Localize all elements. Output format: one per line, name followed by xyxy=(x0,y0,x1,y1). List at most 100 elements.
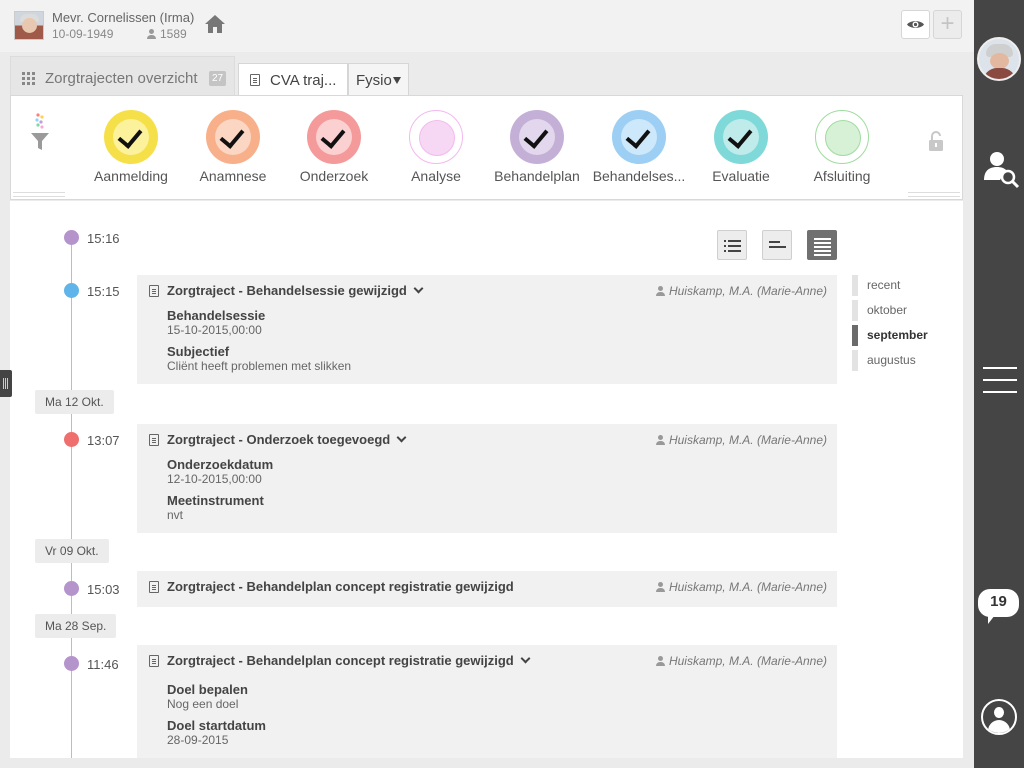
field-value: 28-09-2015 xyxy=(167,733,229,747)
user-avatar[interactable] xyxy=(977,37,1021,81)
add-button[interactable]: + xyxy=(933,10,962,39)
field-value: Cliënt heeft problemen met slikken xyxy=(167,359,352,373)
person-icon xyxy=(655,286,665,296)
month-item-oktober[interactable]: oktober xyxy=(852,300,952,325)
phase-circle xyxy=(815,110,869,164)
tab-cva-trajectory[interactable]: CVA traj... xyxy=(238,63,348,95)
month-navigation: recent oktober september augustus xyxy=(852,275,952,375)
eye-icon xyxy=(907,21,924,28)
compact-view-button[interactable] xyxy=(762,230,792,260)
timeline-time: 15:15 xyxy=(87,284,120,299)
date-separator: Ma 12 Okt. xyxy=(35,390,114,414)
entry-title[interactable]: Zorgtraject - Behandelsessie gewijzigd xyxy=(167,283,424,298)
list-view-button[interactable] xyxy=(717,230,747,260)
phase-behandelplan[interactable]: Behandelplan xyxy=(487,109,587,189)
side-panel-handle[interactable] xyxy=(0,370,12,397)
filter-icon[interactable] xyxy=(30,112,50,152)
home-icon[interactable] xyxy=(204,14,226,34)
timeline-entry[interactable]: Zorgtraject - Behandelplan concept regis… xyxy=(137,645,837,758)
month-item-recent[interactable]: recent xyxy=(852,275,952,300)
checkmark-icon xyxy=(320,123,346,149)
phase-label: Behandelplan xyxy=(494,168,580,184)
patient-birth-date: 10-09-1949 xyxy=(52,27,114,41)
timeline-entry[interactable]: Zorgtraject - Behandelsessie gewijzigd H… xyxy=(137,275,837,384)
entry-title[interactable]: Zorgtraject - Behandelplan concept regis… xyxy=(167,653,531,668)
phase-circle xyxy=(409,110,463,164)
phase-behandelses[interactable]: Behandelses... xyxy=(589,109,689,189)
resize-handle xyxy=(13,192,65,197)
timeline-time: 13:07 xyxy=(87,433,120,448)
phase-label: Evaluatie xyxy=(712,168,770,184)
chevron-down-icon[interactable] xyxy=(413,283,424,294)
field-label: Meetinstrument xyxy=(167,493,264,508)
phase-evaluatie[interactable]: Evaluatie xyxy=(691,109,791,189)
eye-button[interactable] xyxy=(901,10,930,39)
phase-label: Onderzoek xyxy=(299,168,369,184)
checkmark-icon xyxy=(727,123,753,149)
grid-icon xyxy=(22,72,36,86)
phase-anamnese[interactable]: Anamnese xyxy=(183,109,283,189)
field-value: 15-10-2015,00:00 xyxy=(167,323,262,337)
timeline-time: 15:16 xyxy=(87,231,120,246)
tab-care-trajectories-overview[interactable]: Zorgtrajecten overzicht 27 xyxy=(10,56,235,96)
person-icon xyxy=(147,29,156,39)
timeline-entry[interactable]: Zorgtraject - Behandelplan concept regis… xyxy=(137,571,837,607)
document-icon xyxy=(250,74,260,86)
phase-circle xyxy=(714,110,768,164)
phase-label: Analyse xyxy=(411,168,461,184)
field-value: Nog een doel xyxy=(167,697,239,711)
tab-label: Fysio xyxy=(356,72,392,89)
phase-aanmelding[interactable]: Aanmelding xyxy=(81,109,181,189)
field-label: Onderzoekdatum xyxy=(167,457,274,472)
patient-number-value: 1589 xyxy=(160,27,187,41)
phase-circle xyxy=(612,110,666,164)
timeline-time: 15:03 xyxy=(87,582,120,597)
timeline-dot xyxy=(64,230,79,245)
entry-author: Huiskamp, M.A. (Marie-Anne) xyxy=(655,580,827,594)
chevron-down-icon[interactable] xyxy=(520,653,531,664)
date-separator: Ma 28 Sep. xyxy=(35,614,117,638)
phase-circle xyxy=(206,110,260,164)
right-sidebar: 19 xyxy=(974,0,1024,768)
entry-title[interactable]: Zorgtraject - Onderzoek toegevoegd xyxy=(167,432,407,447)
document-icon xyxy=(149,285,159,297)
phase-afsluiting[interactable]: Afsluiting xyxy=(792,109,892,189)
phase-label: Behandelses... xyxy=(592,168,686,184)
entry-author: Huiskamp, M.A. (Marie-Anne) xyxy=(655,284,827,298)
trajectory-count-badge: 27 xyxy=(209,71,227,86)
timeline-time: 11:46 xyxy=(87,657,119,672)
entry-author: Huiskamp, M.A. (Marie-Anne) xyxy=(655,654,827,668)
patient-photo[interactable] xyxy=(14,11,44,40)
patient-name: Mevr. Cornelissen (Irma) xyxy=(52,10,195,25)
field-label: Doel startdatum xyxy=(167,718,266,733)
month-item-augustus[interactable]: augustus xyxy=(852,350,952,375)
document-icon xyxy=(149,581,159,593)
search-user-icon[interactable] xyxy=(982,150,1022,190)
caret-down-icon xyxy=(393,77,401,84)
resize-handle xyxy=(908,192,960,197)
phase-circle xyxy=(510,110,564,164)
month-item-september[interactable]: september xyxy=(852,325,952,350)
field-label: Doel bepalen xyxy=(167,682,248,697)
document-icon xyxy=(149,655,159,667)
checkmark-icon xyxy=(219,123,245,149)
timeline-entry[interactable]: Zorgtraject - Onderzoek toegevoegd Huisk… xyxy=(137,424,837,533)
notification-count: 19 xyxy=(990,593,1007,610)
detail-view-button[interactable] xyxy=(807,230,837,260)
field-value: 12-10-2015,00:00 xyxy=(167,472,262,486)
timeline-line xyxy=(71,236,72,758)
document-icon xyxy=(149,434,159,446)
hamburger-menu-icon[interactable] xyxy=(983,367,1017,393)
tab-fysio-dropdown[interactable]: Fysio xyxy=(348,63,409,95)
phase-onderzoek[interactable]: Onderzoek xyxy=(284,109,384,189)
chevron-down-icon[interactable] xyxy=(396,432,407,443)
person-icon xyxy=(655,582,665,592)
timeline-dot xyxy=(64,283,79,298)
phase-analyse[interactable]: Analyse xyxy=(386,109,486,189)
entry-title[interactable]: Zorgtraject - Behandelplan concept regis… xyxy=(167,579,514,594)
profile-icon[interactable] xyxy=(981,699,1017,735)
chat-notifications-icon[interactable]: 19 xyxy=(978,589,1019,624)
unlock-icon[interactable] xyxy=(926,130,946,152)
phase-strip: Aanmelding Anamnese Onderzoek Analyse Behand… xyxy=(10,95,963,200)
patient-header: Mevr. Cornelissen (Irma) 10-09-1949 1589… xyxy=(0,0,974,52)
